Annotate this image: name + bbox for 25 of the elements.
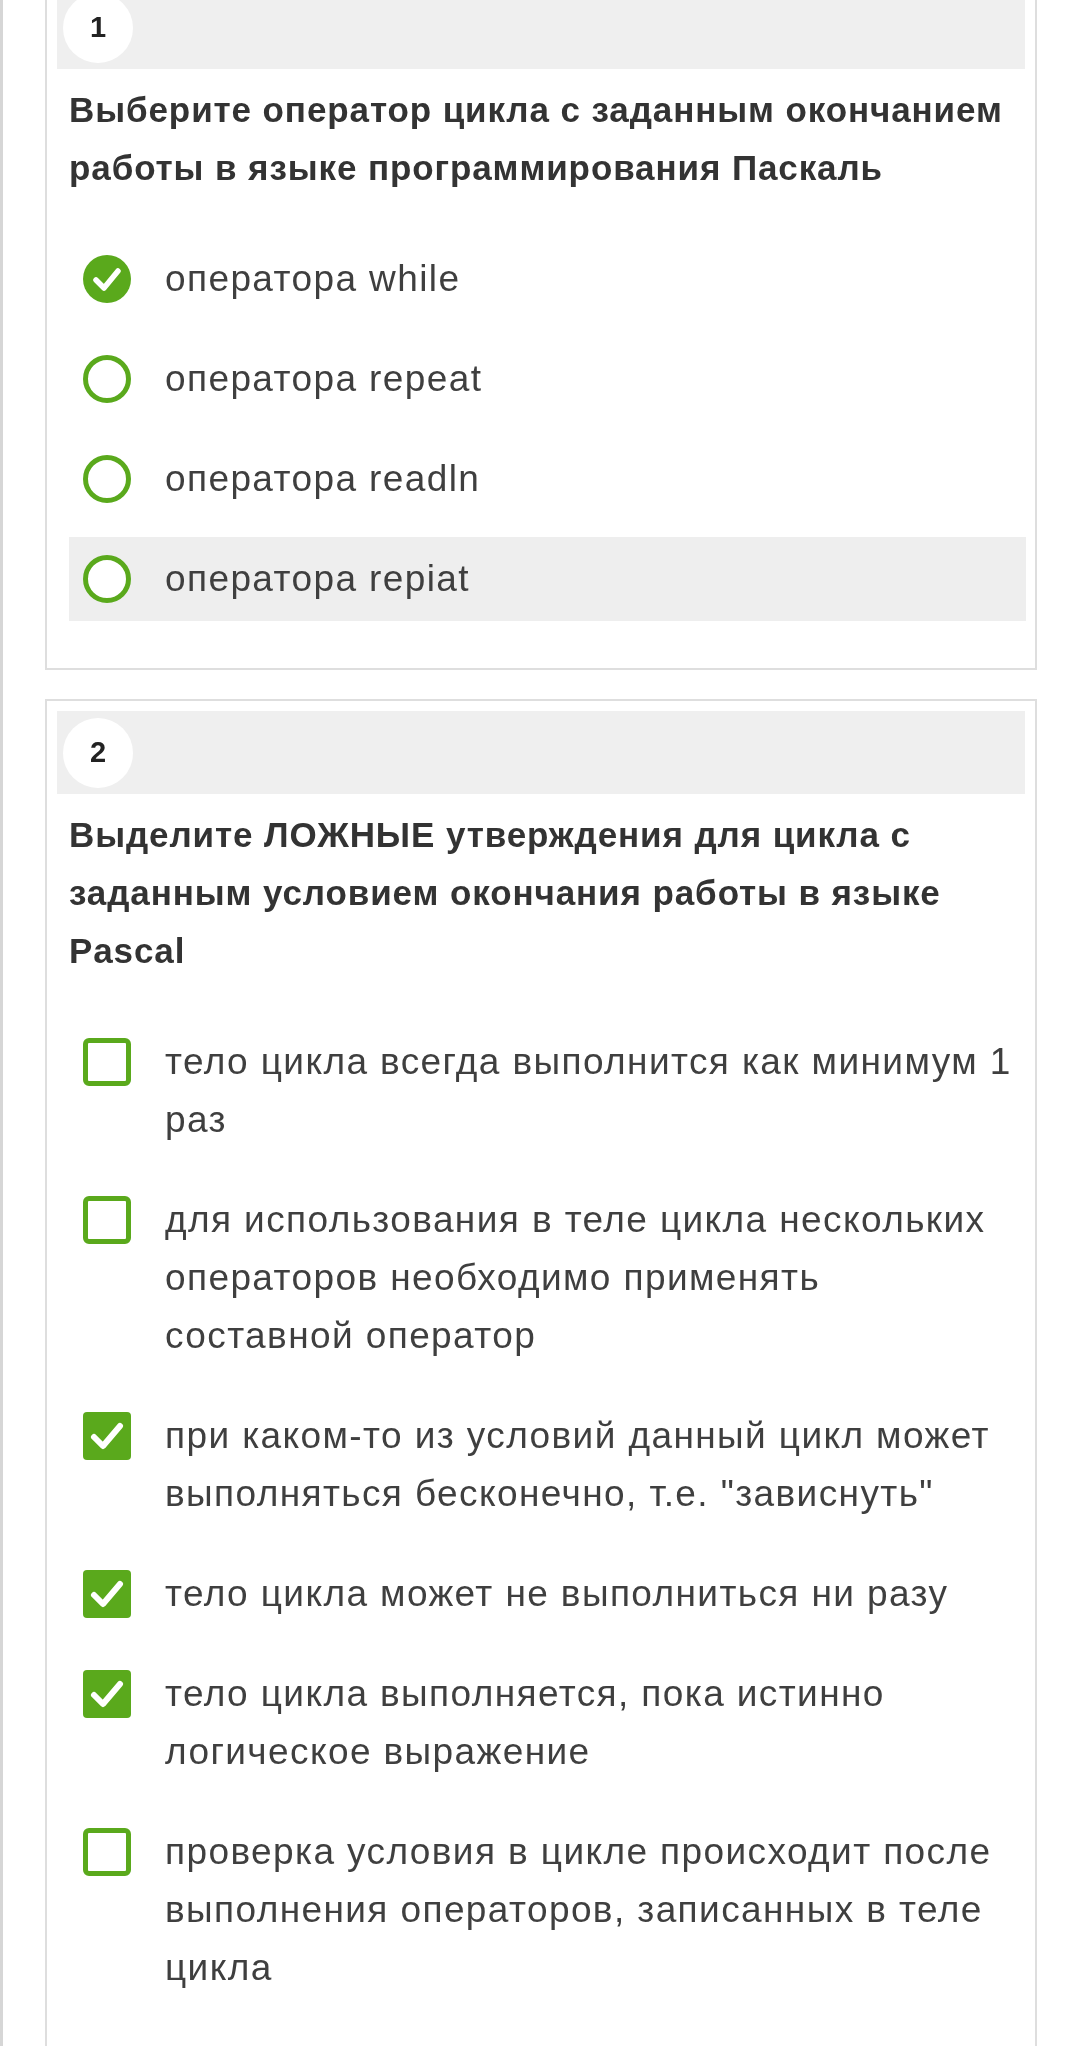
option-label[interactable]: оператора repiat (165, 550, 1014, 608)
question-number: 2 (63, 717, 133, 788)
option-label[interactable]: оператора while (165, 250, 1014, 308)
option-label[interactable]: тело цикла может не выполниться ни разу (165, 1565, 1014, 1623)
option-label[interactable]: проверка условия в цикле происходит после выполнения операторов, записанных в теле цикла (165, 1823, 1014, 1997)
option-label[interactable]: тело цикла выполняется, пока истинно логическое выражение (165, 1665, 1014, 1781)
checkbox[interactable] (83, 1828, 131, 1876)
checkbox[interactable] (83, 1196, 131, 1244)
question-number: 1 (63, 0, 133, 63)
option-label[interactable]: при каком-то из условий данный цикл может выполняться бесконечно, т.е. "зависнуть" (165, 1407, 1014, 1523)
checkbox[interactable] (83, 1570, 131, 1618)
question-text: Выделите ЛОЖНЫЕ утверждения для цикла с заданным условием окончания работы в языке Pascal (69, 814, 942, 972)
option-label[interactable]: для использования в теле цикла нескольких операторов необходимо применять составной оператор (165, 1191, 1014, 1365)
answer-option[interactable]: оператора repiat (69, 537, 1026, 621)
option-label[interactable]: оператора readln (165, 450, 1014, 508)
radio-button[interactable] (83, 555, 131, 603)
option-label[interactable]: тело цикла всегда выполнится как минимум 1 раз (165, 1033, 1014, 1149)
checkbox[interactable] (83, 1670, 131, 1718)
radio-button[interactable] (83, 255, 131, 303)
option-label[interactable]: оператора repeat (165, 350, 1014, 408)
question-text: Выберите оператор цикла с заданным окончанием работы в языке программирования Паскаль (69, 89, 1004, 189)
radio-button[interactable] (83, 455, 131, 503)
checkbox[interactable] (83, 1038, 131, 1086)
checkbox[interactable] (83, 1412, 131, 1460)
radio-button[interactable] (83, 355, 131, 403)
